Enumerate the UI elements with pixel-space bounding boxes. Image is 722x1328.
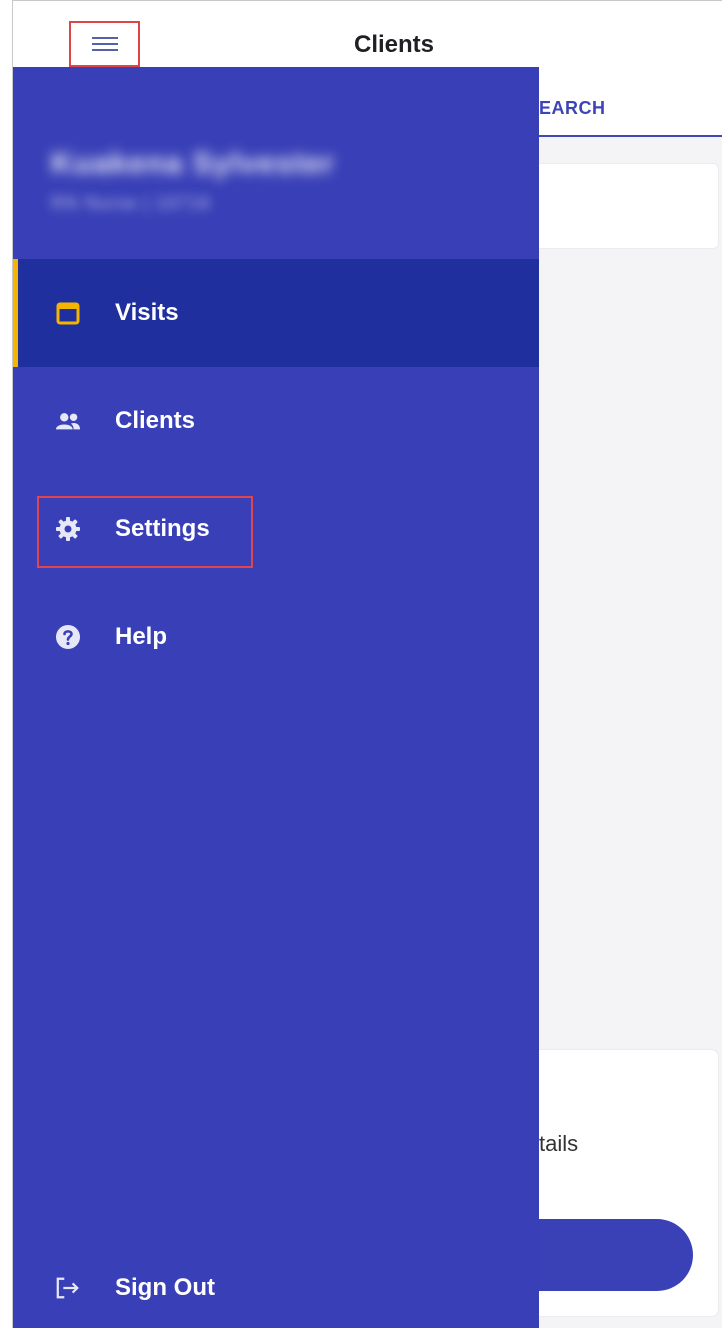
page-title: Clients [353,31,434,58]
app-header: Clients [13,1,722,67]
calendar-icon [55,300,81,326]
search-card[interactable] [523,163,719,249]
hamburger-menu-icon [91,37,118,51]
drawer-item-label: Visits [115,299,179,326]
profile-name: Kuakena Sylvester [51,147,335,180]
navigation-drawer: Kuakena Sylvester RN Nurse | 10716 Visit… [13,67,539,1328]
help-circle-icon [55,624,81,650]
drawer-item-label: Clients [115,407,196,434]
profile-header: Kuakena Sylvester RN Nurse | 10716 [51,147,335,214]
sign-out-icon [55,1275,81,1301]
drawer-item-visits[interactable]: Visits [13,259,539,367]
tab-search[interactable]: EARCH [539,98,606,119]
details-card-text: tails [539,1131,579,1156]
drawer-item-clients[interactable]: Clients [13,367,539,475]
drawer-item-help[interactable]: Help [13,583,539,691]
people-icon [55,408,81,434]
drawer-item-label: Help [115,623,168,650]
profile-subtitle: RN Nurse | 10716 [51,193,211,213]
menu-button[interactable] [69,21,140,67]
app-frame: Clients EARCH tails Kuakena Sylvester RN… [12,0,722,1328]
sign-out-button[interactable]: Sign Out [13,1233,539,1328]
sign-out-label: Sign Out [115,1274,215,1301]
settings-highlight-box [37,496,253,568]
